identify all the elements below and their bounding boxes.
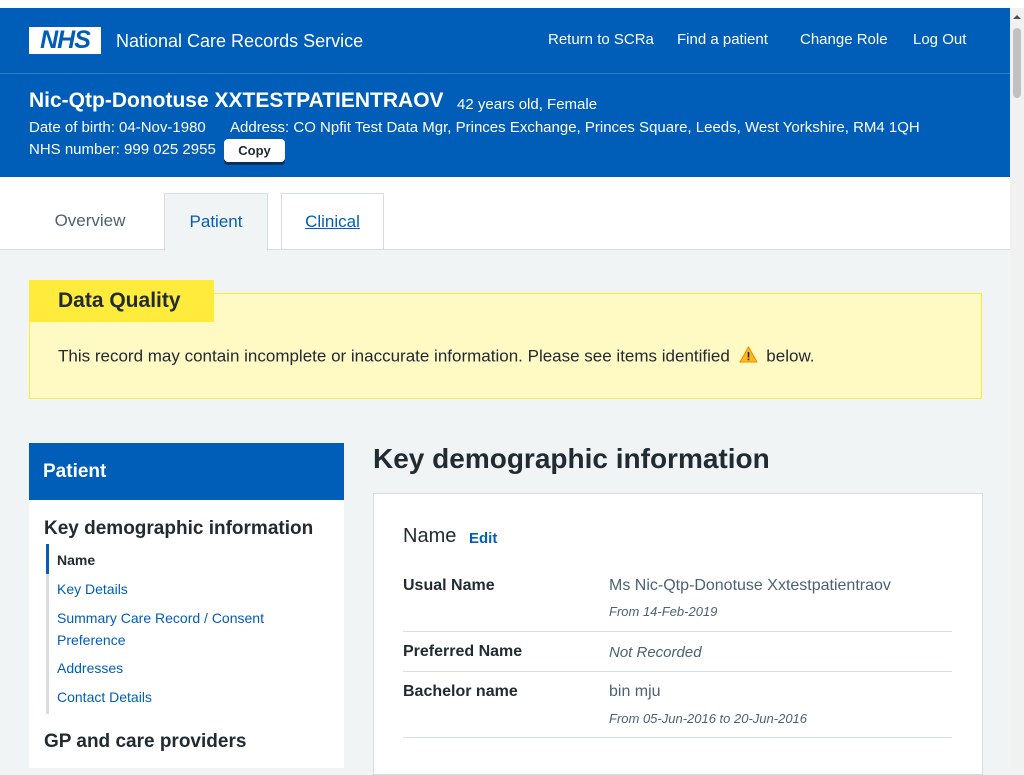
warning-icon xyxy=(738,345,758,368)
data-quality-text-after: below. xyxy=(766,346,815,366)
service-name[interactable]: National Care Records Service xyxy=(116,31,363,52)
site-header: NHS National Care Records Service Return… xyxy=(0,8,1010,73)
card-title: Name xyxy=(403,525,457,547)
row-label-preferred-name: Preferred Name xyxy=(403,643,523,660)
patient-age-gender: 42 years old, Female xyxy=(457,96,598,113)
nav-find-a-patient[interactable]: Find a patient xyxy=(677,31,768,48)
patient-address: Address: CO Npfit Test Data Mgr, Princes… xyxy=(230,119,920,136)
patient-dob: Date of birth: 04-Nov-1980 xyxy=(29,119,206,136)
sidebar-rail-active xyxy=(46,544,49,574)
row-label-usual-name: Usual Name xyxy=(403,577,495,594)
page-title: Key demographic information xyxy=(373,443,770,474)
name-card: Name Edit Usual Name Ms Nic-Qtp-Donotuse… xyxy=(373,493,983,775)
sidebar-item-consent-preference[interactable]: Summary Care Record / Consent Preference xyxy=(57,607,317,651)
row-sub-usual-name: From 14-Feb-2019 xyxy=(609,604,718,619)
patient-banner: Nic-Qtp-Donotuse XXTESTPATIENTRAOV 42 ye… xyxy=(0,74,1010,177)
sidebar-item-key-details[interactable]: Key Details xyxy=(57,578,317,600)
tab-clinical[interactable]: Clinical xyxy=(281,193,384,250)
copy-nhs-number-button[interactable]: Copy xyxy=(224,139,285,162)
nav-return-to-scra[interactable]: Return to SCRa xyxy=(548,31,654,48)
data-quality-text-before: This record may contain incomplete or in… xyxy=(58,346,730,366)
nav-change-role[interactable]: Change Role xyxy=(800,31,888,48)
tab-patient[interactable]: Patient xyxy=(164,193,268,251)
sidebar-section-key-demographics: Key demographic information xyxy=(44,518,314,539)
tab-overview[interactable]: Overview xyxy=(29,193,151,249)
sidebar-section-gp-care-providers: GP and care providers xyxy=(44,731,247,752)
row-value-usual-name: Ms Nic-Qtp-Donotuse Xxtestpatientraov xyxy=(609,577,891,594)
window-top-strip xyxy=(0,0,1024,8)
patient-nhs-number: NHS number: 999 025 2955 xyxy=(29,141,216,158)
nav-log-out[interactable]: Log Out xyxy=(913,31,966,48)
page-scrollbar[interactable] xyxy=(1010,8,1024,768)
row-divider xyxy=(403,631,952,632)
scroll-up-arrow-icon[interactable] xyxy=(1010,10,1024,22)
sidebar: Key demographic information Name Key Det… xyxy=(29,500,344,768)
row-label-bachelor-name: Bachelor name xyxy=(403,683,518,700)
data-quality-heading: Data Quality xyxy=(29,280,214,322)
patient-name: Nic-Qtp-Donotuse XXTESTPATIENTRAOV xyxy=(29,89,444,112)
sidebar-item-contact-details[interactable]: Contact Details xyxy=(57,686,317,708)
data-quality-message: This record may contain incomplete or in… xyxy=(58,345,815,368)
row-value-preferred-name: Not Recorded xyxy=(609,644,702,661)
scroll-thumb[interactable] xyxy=(1013,28,1021,98)
sidebar-item-name[interactable]: Name xyxy=(57,549,317,571)
sidebar-item-addresses[interactable]: Addresses xyxy=(57,657,317,679)
nhs-logo[interactable]: NHS xyxy=(29,27,101,54)
sidebar-heading: Patient xyxy=(29,443,344,500)
edit-name-link[interactable]: Edit xyxy=(469,530,497,547)
record-tabs: Overview Patient Clinical xyxy=(0,177,1010,251)
row-sub-bachelor-name: From 05-Jun-2016 to 20-Jun-2016 xyxy=(609,711,808,726)
row-value-bachelor-name: bin mju xyxy=(609,683,661,700)
row-divider xyxy=(403,737,952,738)
row-divider xyxy=(403,671,952,672)
